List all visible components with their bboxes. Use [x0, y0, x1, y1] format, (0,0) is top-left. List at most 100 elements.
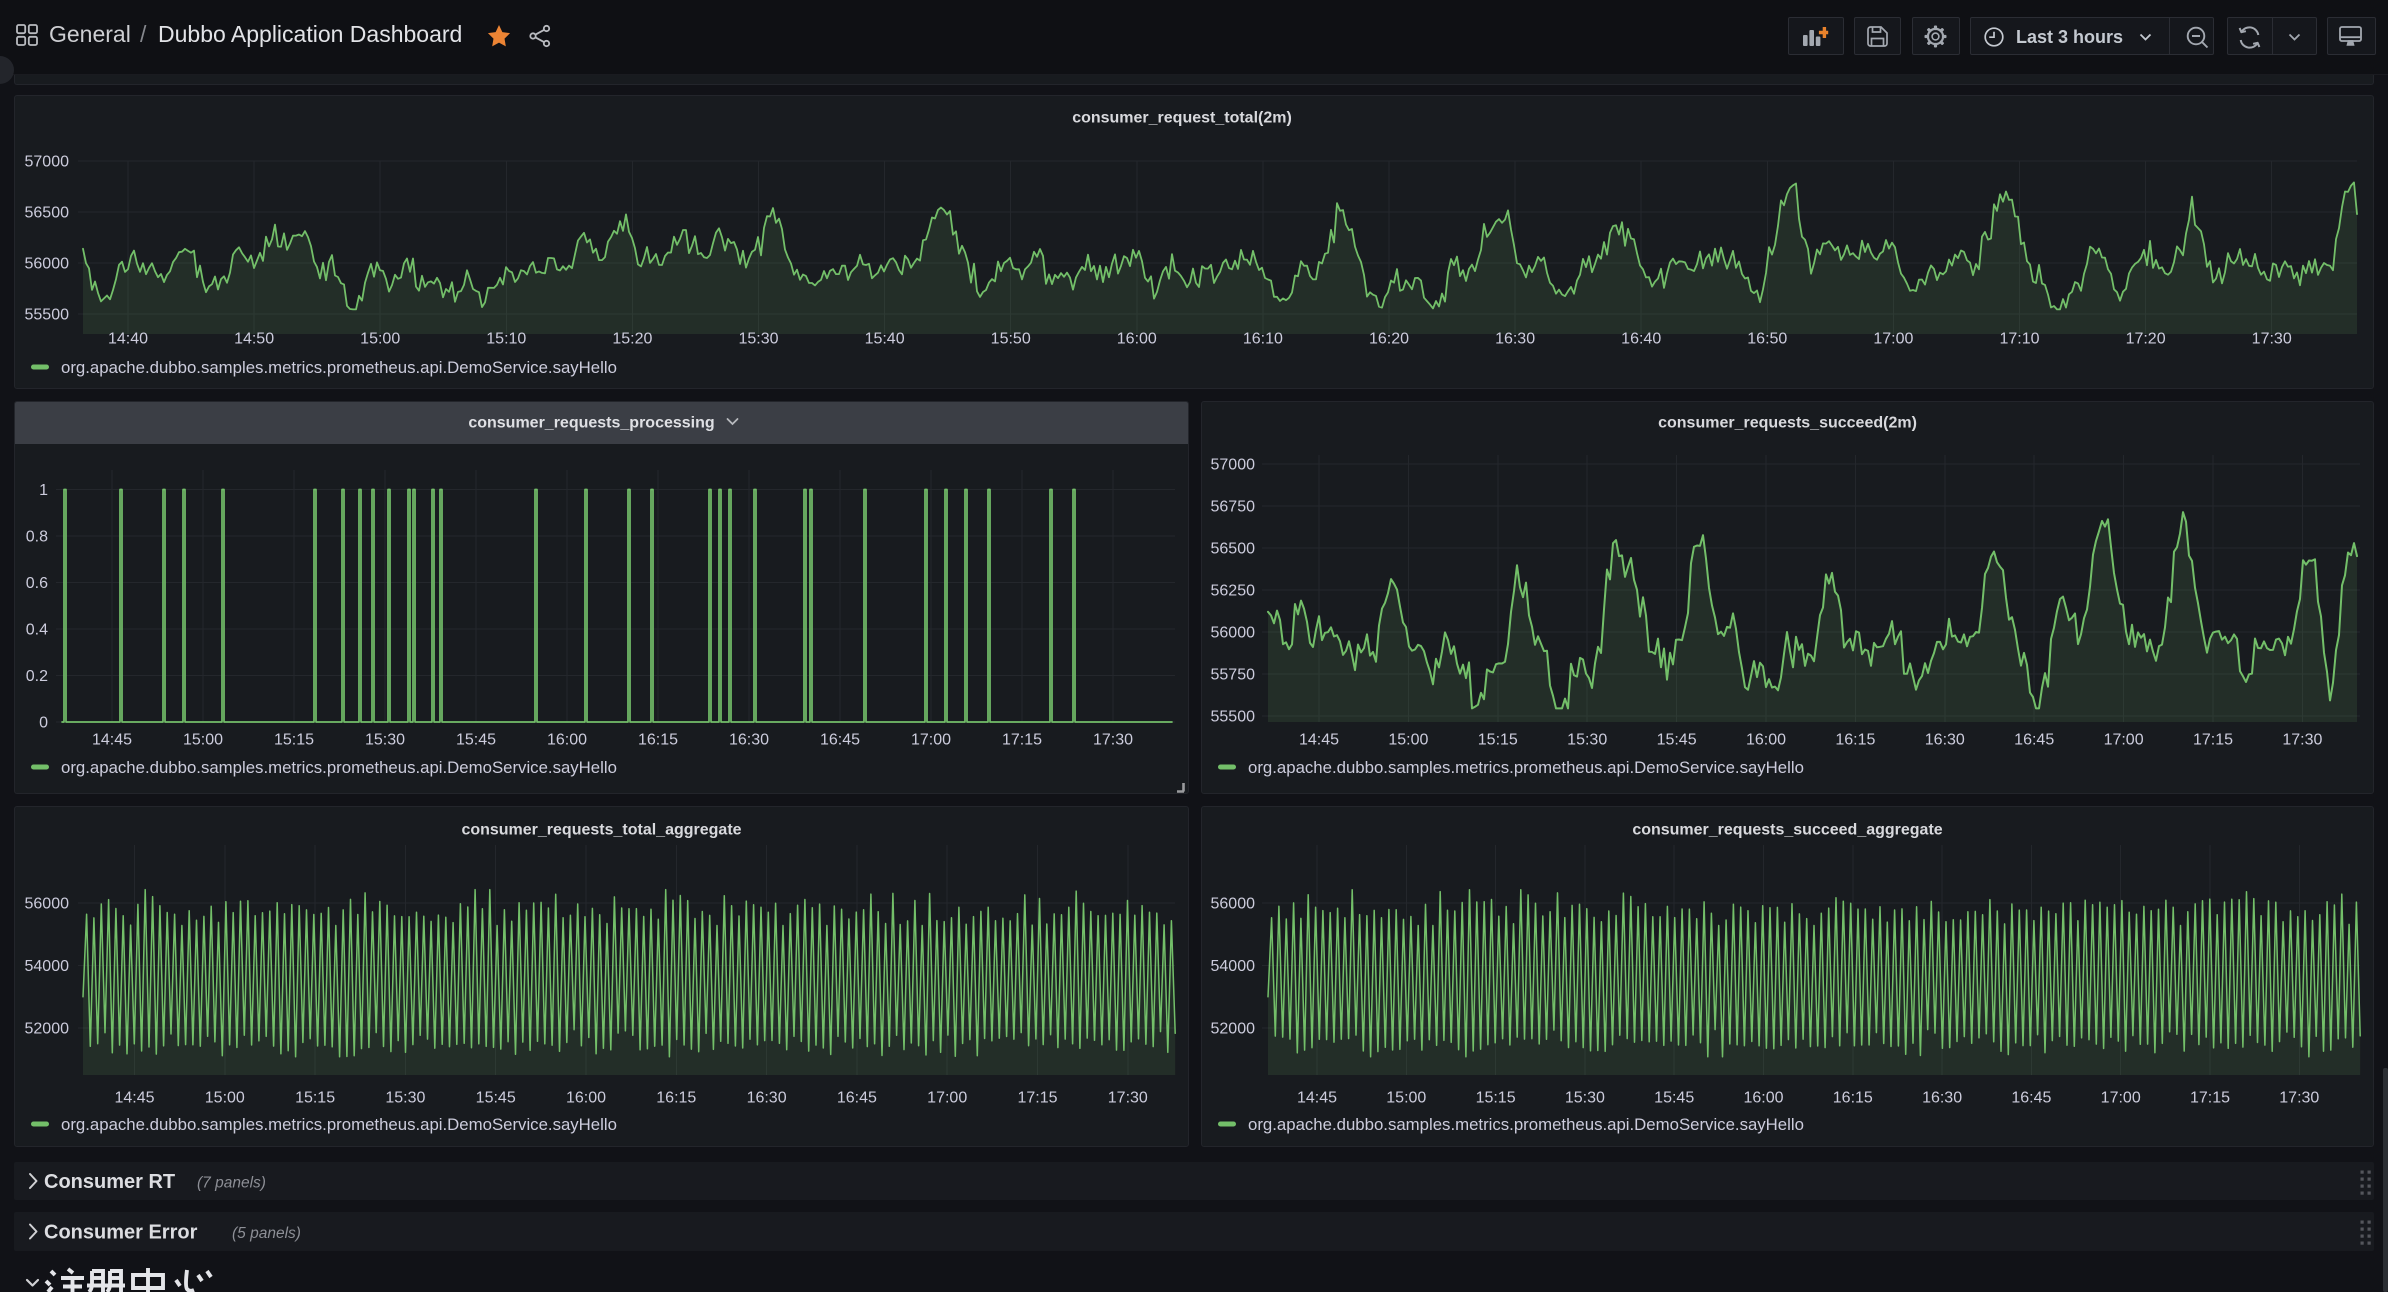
svg-text:57000: 57000: [25, 154, 70, 171]
svg-text:15:00: 15:00: [1388, 732, 1428, 749]
svg-text:15:15: 15:15: [1478, 732, 1518, 749]
svg-text:15:30: 15:30: [738, 331, 778, 348]
svg-text:0.2: 0.2: [26, 668, 48, 685]
svg-text:17:20: 17:20: [2126, 331, 2166, 348]
svg-text:Consumer RT: Consumer RT: [44, 1171, 175, 1193]
svg-text:16:45: 16:45: [820, 732, 860, 749]
svg-text:14:45: 14:45: [1299, 732, 1339, 749]
svg-text:16:15: 16:15: [638, 732, 678, 749]
svg-text:org.apache.dubbo.samples.metri: org.apache.dubbo.samples.metrics.prometh…: [1248, 758, 1804, 777]
svg-text:16:30: 16:30: [729, 732, 769, 749]
svg-text:17:30: 17:30: [1093, 732, 1133, 749]
svg-text:15:45: 15:45: [1657, 732, 1697, 749]
svg-text:17:30: 17:30: [2252, 331, 2292, 348]
svg-text:54000: 54000: [1211, 958, 1256, 975]
svg-text:16:10: 16:10: [1243, 331, 1283, 348]
svg-text:55750: 55750: [1211, 667, 1256, 684]
svg-text:0.8: 0.8: [26, 529, 48, 546]
svg-text:14:45: 14:45: [114, 1090, 154, 1107]
svg-text:17:15: 17:15: [1002, 732, 1042, 749]
svg-text:14:40: 14:40: [108, 331, 148, 348]
svg-text:0.6: 0.6: [26, 575, 48, 592]
svg-text:57000: 57000: [1211, 457, 1256, 474]
svg-text:consumer_requests_total_aggreg: consumer_requests_total_aggregate: [461, 822, 741, 839]
svg-text:17:30: 17:30: [2282, 732, 2322, 749]
svg-text:56000: 56000: [1211, 896, 1256, 913]
svg-text:16:20: 16:20: [1369, 331, 1409, 348]
svg-text:15:00: 15:00: [183, 732, 223, 749]
svg-text:17:15: 17:15: [2190, 1090, 2230, 1107]
svg-text:org.apache.dubbo.samples.metri: org.apache.dubbo.samples.metrics.prometh…: [1248, 1115, 1804, 1134]
svg-text:16:45: 16:45: [2011, 1090, 2051, 1107]
svg-text:17:00: 17:00: [1873, 331, 1913, 348]
svg-text:54000: 54000: [25, 958, 70, 975]
svg-text:56000: 56000: [1211, 625, 1256, 642]
svg-text:15:30: 15:30: [385, 1090, 425, 1107]
svg-text:17:15: 17:15: [2193, 732, 2233, 749]
svg-text:17:00: 17:00: [911, 732, 951, 749]
svg-text:15:00: 15:00: [205, 1090, 245, 1107]
svg-text:17:00: 17:00: [2104, 732, 2144, 749]
svg-text:14:45: 14:45: [92, 732, 132, 749]
svg-text:14:50: 14:50: [234, 331, 274, 348]
svg-text:56250: 56250: [1211, 583, 1256, 600]
svg-text:15:40: 15:40: [865, 331, 905, 348]
svg-text:56750: 56750: [1211, 499, 1256, 516]
svg-text:16:30: 16:30: [1495, 331, 1535, 348]
svg-text:55500: 55500: [1211, 709, 1256, 726]
svg-text:17:30: 17:30: [2279, 1090, 2319, 1107]
svg-text:56000: 56000: [25, 896, 70, 913]
svg-text:16:00: 16:00: [547, 732, 587, 749]
svg-text:17:30: 17:30: [1108, 1090, 1148, 1107]
svg-text:org.apache.dubbo.samples.metri: org.apache.dubbo.samples.metrics.prometh…: [61, 758, 617, 777]
svg-text:56500: 56500: [1211, 541, 1256, 558]
svg-text:16:45: 16:45: [2014, 732, 2054, 749]
svg-text:(5 panels): (5 panels): [232, 1225, 301, 1242]
svg-text:15:15: 15:15: [295, 1090, 335, 1107]
svg-text:14:45: 14:45: [1297, 1090, 1337, 1107]
svg-text:17:15: 17:15: [1017, 1090, 1057, 1107]
svg-text:15:10: 15:10: [486, 331, 526, 348]
svg-text:16:00: 16:00: [1746, 732, 1786, 749]
svg-text:15:30: 15:30: [365, 732, 405, 749]
svg-text:56000: 56000: [25, 256, 70, 273]
svg-text:consumer_requests_succeed_aggr: consumer_requests_succeed_aggregate: [1632, 822, 1942, 839]
svg-text:16:15: 16:15: [1833, 1090, 1873, 1107]
svg-text:17:00: 17:00: [927, 1090, 967, 1107]
svg-text:56500: 56500: [25, 205, 70, 222]
svg-text:52000: 52000: [1211, 1021, 1256, 1038]
svg-text:16:15: 16:15: [656, 1090, 696, 1107]
svg-text:15:30: 15:30: [1567, 732, 1607, 749]
svg-text:17:10: 17:10: [1999, 331, 2039, 348]
svg-text:16:30: 16:30: [1922, 1090, 1962, 1107]
svg-text:16:00: 16:00: [1117, 331, 1157, 348]
svg-text:15:45: 15:45: [1654, 1090, 1694, 1107]
svg-text:15:15: 15:15: [274, 732, 314, 749]
svg-text:16:45: 16:45: [837, 1090, 877, 1107]
svg-text:15:30: 15:30: [1565, 1090, 1605, 1107]
svg-text:consumer_requests_processing: consumer_requests_processing: [468, 415, 714, 432]
svg-text:0: 0: [39, 715, 48, 732]
svg-text:Consumer Error: Consumer Error: [44, 1222, 198, 1244]
svg-text:org.apache.dubbo.samples.metri: org.apache.dubbo.samples.metrics.prometh…: [61, 358, 617, 377]
svg-text:52000: 52000: [25, 1021, 70, 1038]
svg-text:15:45: 15:45: [456, 732, 496, 749]
svg-text:16:30: 16:30: [1925, 732, 1965, 749]
svg-text:org.apache.dubbo.samples.metri: org.apache.dubbo.samples.metrics.prometh…: [61, 1115, 617, 1134]
svg-text:15:45: 15:45: [476, 1090, 516, 1107]
svg-text:16:30: 16:30: [747, 1090, 787, 1107]
svg-text:16:00: 16:00: [1743, 1090, 1783, 1107]
svg-text:consumer_request_total(2m): consumer_request_total(2m): [1072, 110, 1292, 127]
svg-text:16:15: 16:15: [1835, 732, 1875, 749]
svg-text:15:00: 15:00: [1386, 1090, 1426, 1107]
svg-text:55500: 55500: [25, 307, 70, 324]
svg-text:consumer_requests_succeed(2m): consumer_requests_succeed(2m): [1658, 415, 1917, 432]
svg-text:15:50: 15:50: [991, 331, 1031, 348]
svg-text:17:00: 17:00: [2101, 1090, 2141, 1107]
svg-text:(7 panels): (7 panels): [197, 1174, 266, 1191]
svg-text:16:40: 16:40: [1621, 331, 1661, 348]
svg-text:0.4: 0.4: [26, 622, 48, 639]
svg-text:15:20: 15:20: [612, 331, 652, 348]
svg-text:16:00: 16:00: [566, 1090, 606, 1107]
svg-text:1: 1: [39, 482, 48, 499]
